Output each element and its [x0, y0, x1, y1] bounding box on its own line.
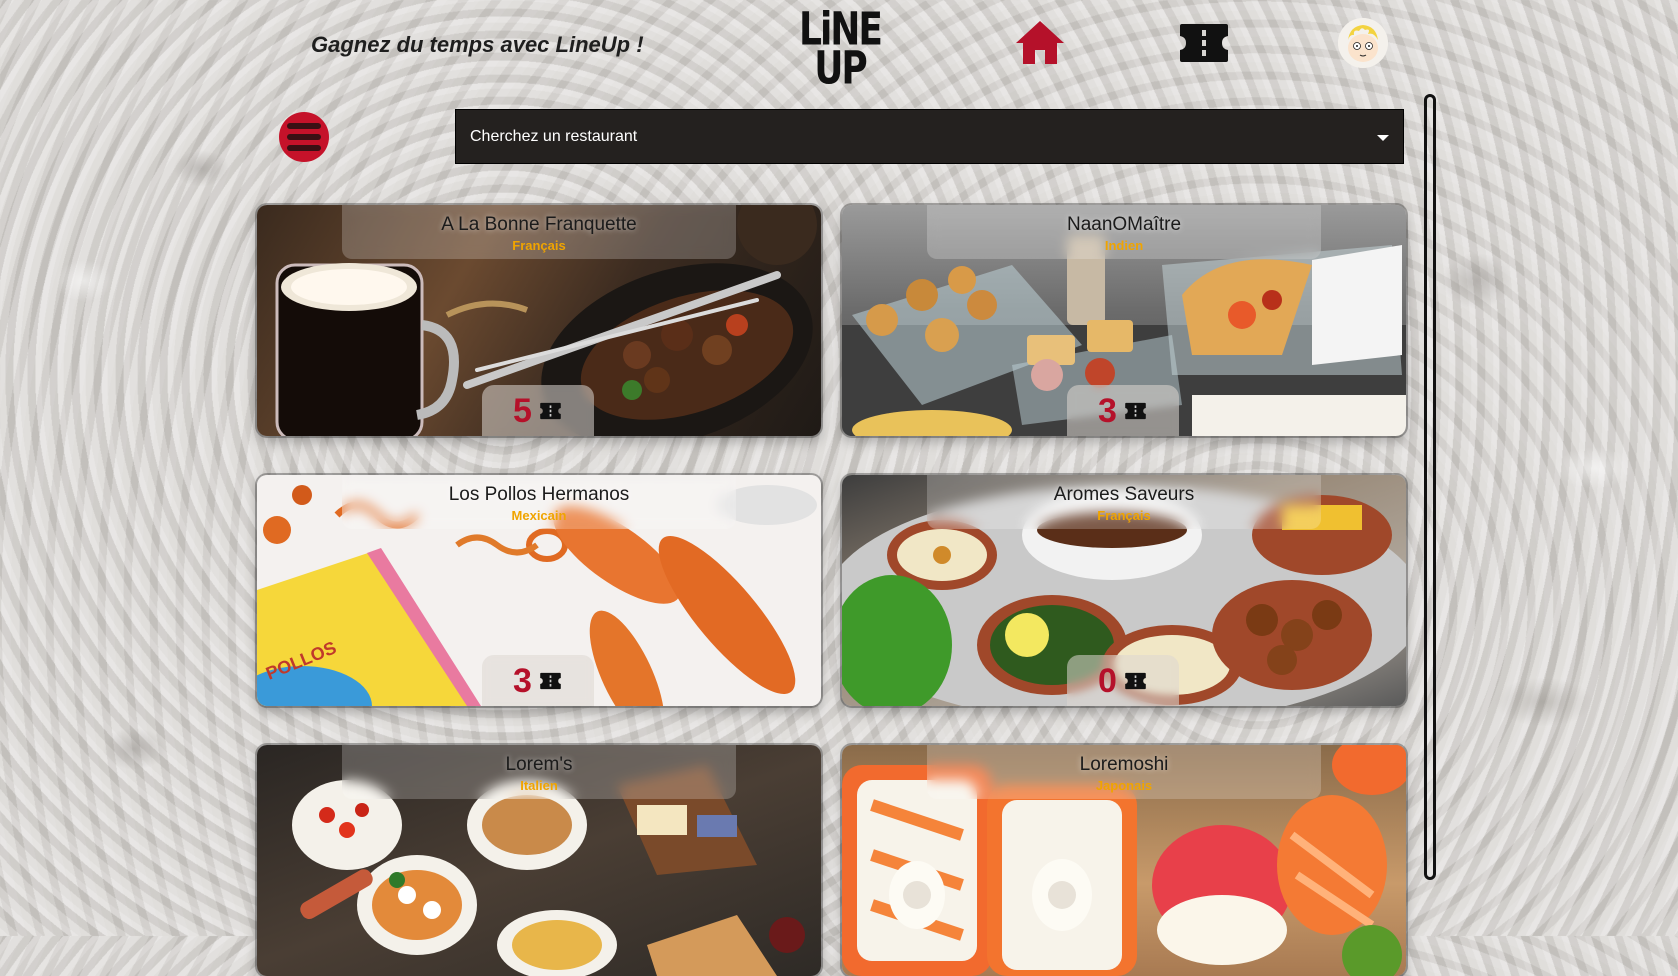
restaurant-cuisine: Italien: [520, 778, 558, 793]
menu-button[interactable]: [279, 112, 329, 162]
ticket-count-badge: 0: [1067, 655, 1179, 706]
ticket-count-badge: 5: [482, 385, 594, 436]
menu-bar: [287, 145, 321, 151]
restaurant-cuisine: Mexicain: [511, 508, 567, 523]
restaurant-card[interactable]: Loremoshi Japonais: [842, 745, 1406, 976]
chevron-down-icon[interactable]: [1377, 135, 1389, 141]
ticket-icon: [540, 672, 561, 690]
restaurant-cuisine: Indien: [1104, 238, 1144, 253]
restaurant-title-box: A La Bonne Franquette Français: [342, 205, 736, 259]
ticket-count: 0: [1098, 661, 1117, 700]
restaurant-name: Los Pollos Hermanos: [448, 484, 630, 505]
restaurant-cuisine: Français: [1097, 508, 1151, 523]
restaurant-card[interactable]: NaanOMaître Indien 3: [842, 205, 1406, 436]
ticket-icon: [540, 402, 561, 420]
restaurant-cuisine: Français: [512, 238, 566, 253]
tagline: Gagnez du temps avec LineUp !: [311, 32, 644, 57]
restaurant-title-box: Loremoshi Japonais: [927, 745, 1321, 799]
restaurant-name: NaanOMaître: [1066, 214, 1182, 235]
restaurant-name: Lorem's: [505, 754, 573, 775]
ticket-icon[interactable]: [1178, 22, 1230, 64]
ticket-icon: [1125, 402, 1146, 420]
ticket-count-badge: 3: [1067, 385, 1179, 436]
restaurant-card[interactable]: Lorem's Italien: [257, 745, 821, 976]
restaurant-name: A La Bonne Franquette: [441, 214, 637, 235]
restaurant-card[interactable]: POLLOS Los Pollos Hermanos Mexicain 3: [257, 475, 821, 706]
restaurant-title-box: NaanOMaître Indien: [927, 205, 1321, 259]
restaurant-title-box: Lorem's Italien: [342, 745, 736, 799]
home-icon[interactable]: [1014, 18, 1066, 66]
ticket-count: 3: [1098, 391, 1117, 430]
ticket-count-badge: 3: [482, 655, 594, 706]
user-avatar[interactable]: [1338, 18, 1388, 68]
menu-bar: [287, 134, 321, 140]
restaurant-name: Loremoshi: [1079, 754, 1169, 775]
restaurant-card[interactable]: Aromes Saveurs Français 0: [842, 475, 1406, 706]
ticket-count: 3: [513, 661, 532, 700]
menu-bar: [287, 123, 321, 129]
restaurant-card[interactable]: A La Bonne Franquette Français 5: [257, 205, 821, 436]
restaurant-cuisine: Japonais: [1095, 778, 1153, 793]
restaurant-name: Aromes Saveurs: [1053, 484, 1195, 505]
lineup-logo[interactable]: LiNE UP: [799, 9, 883, 95]
ticket-count: 5: [513, 391, 532, 430]
ticket-icon: [1125, 672, 1146, 690]
restaurant-title-box: Los Pollos Hermanos Mexicain: [342, 475, 736, 529]
restaurant-title-box: Aromes Saveurs Français: [927, 475, 1321, 529]
search-placeholder: Cherchez un restaurant: [470, 127, 638, 145]
restaurant-search-select[interactable]: Cherchez un restaurant: [455, 109, 1404, 164]
scrollbar[interactable]: [1424, 94, 1436, 880]
logo-line-2: UP: [814, 43, 868, 95]
